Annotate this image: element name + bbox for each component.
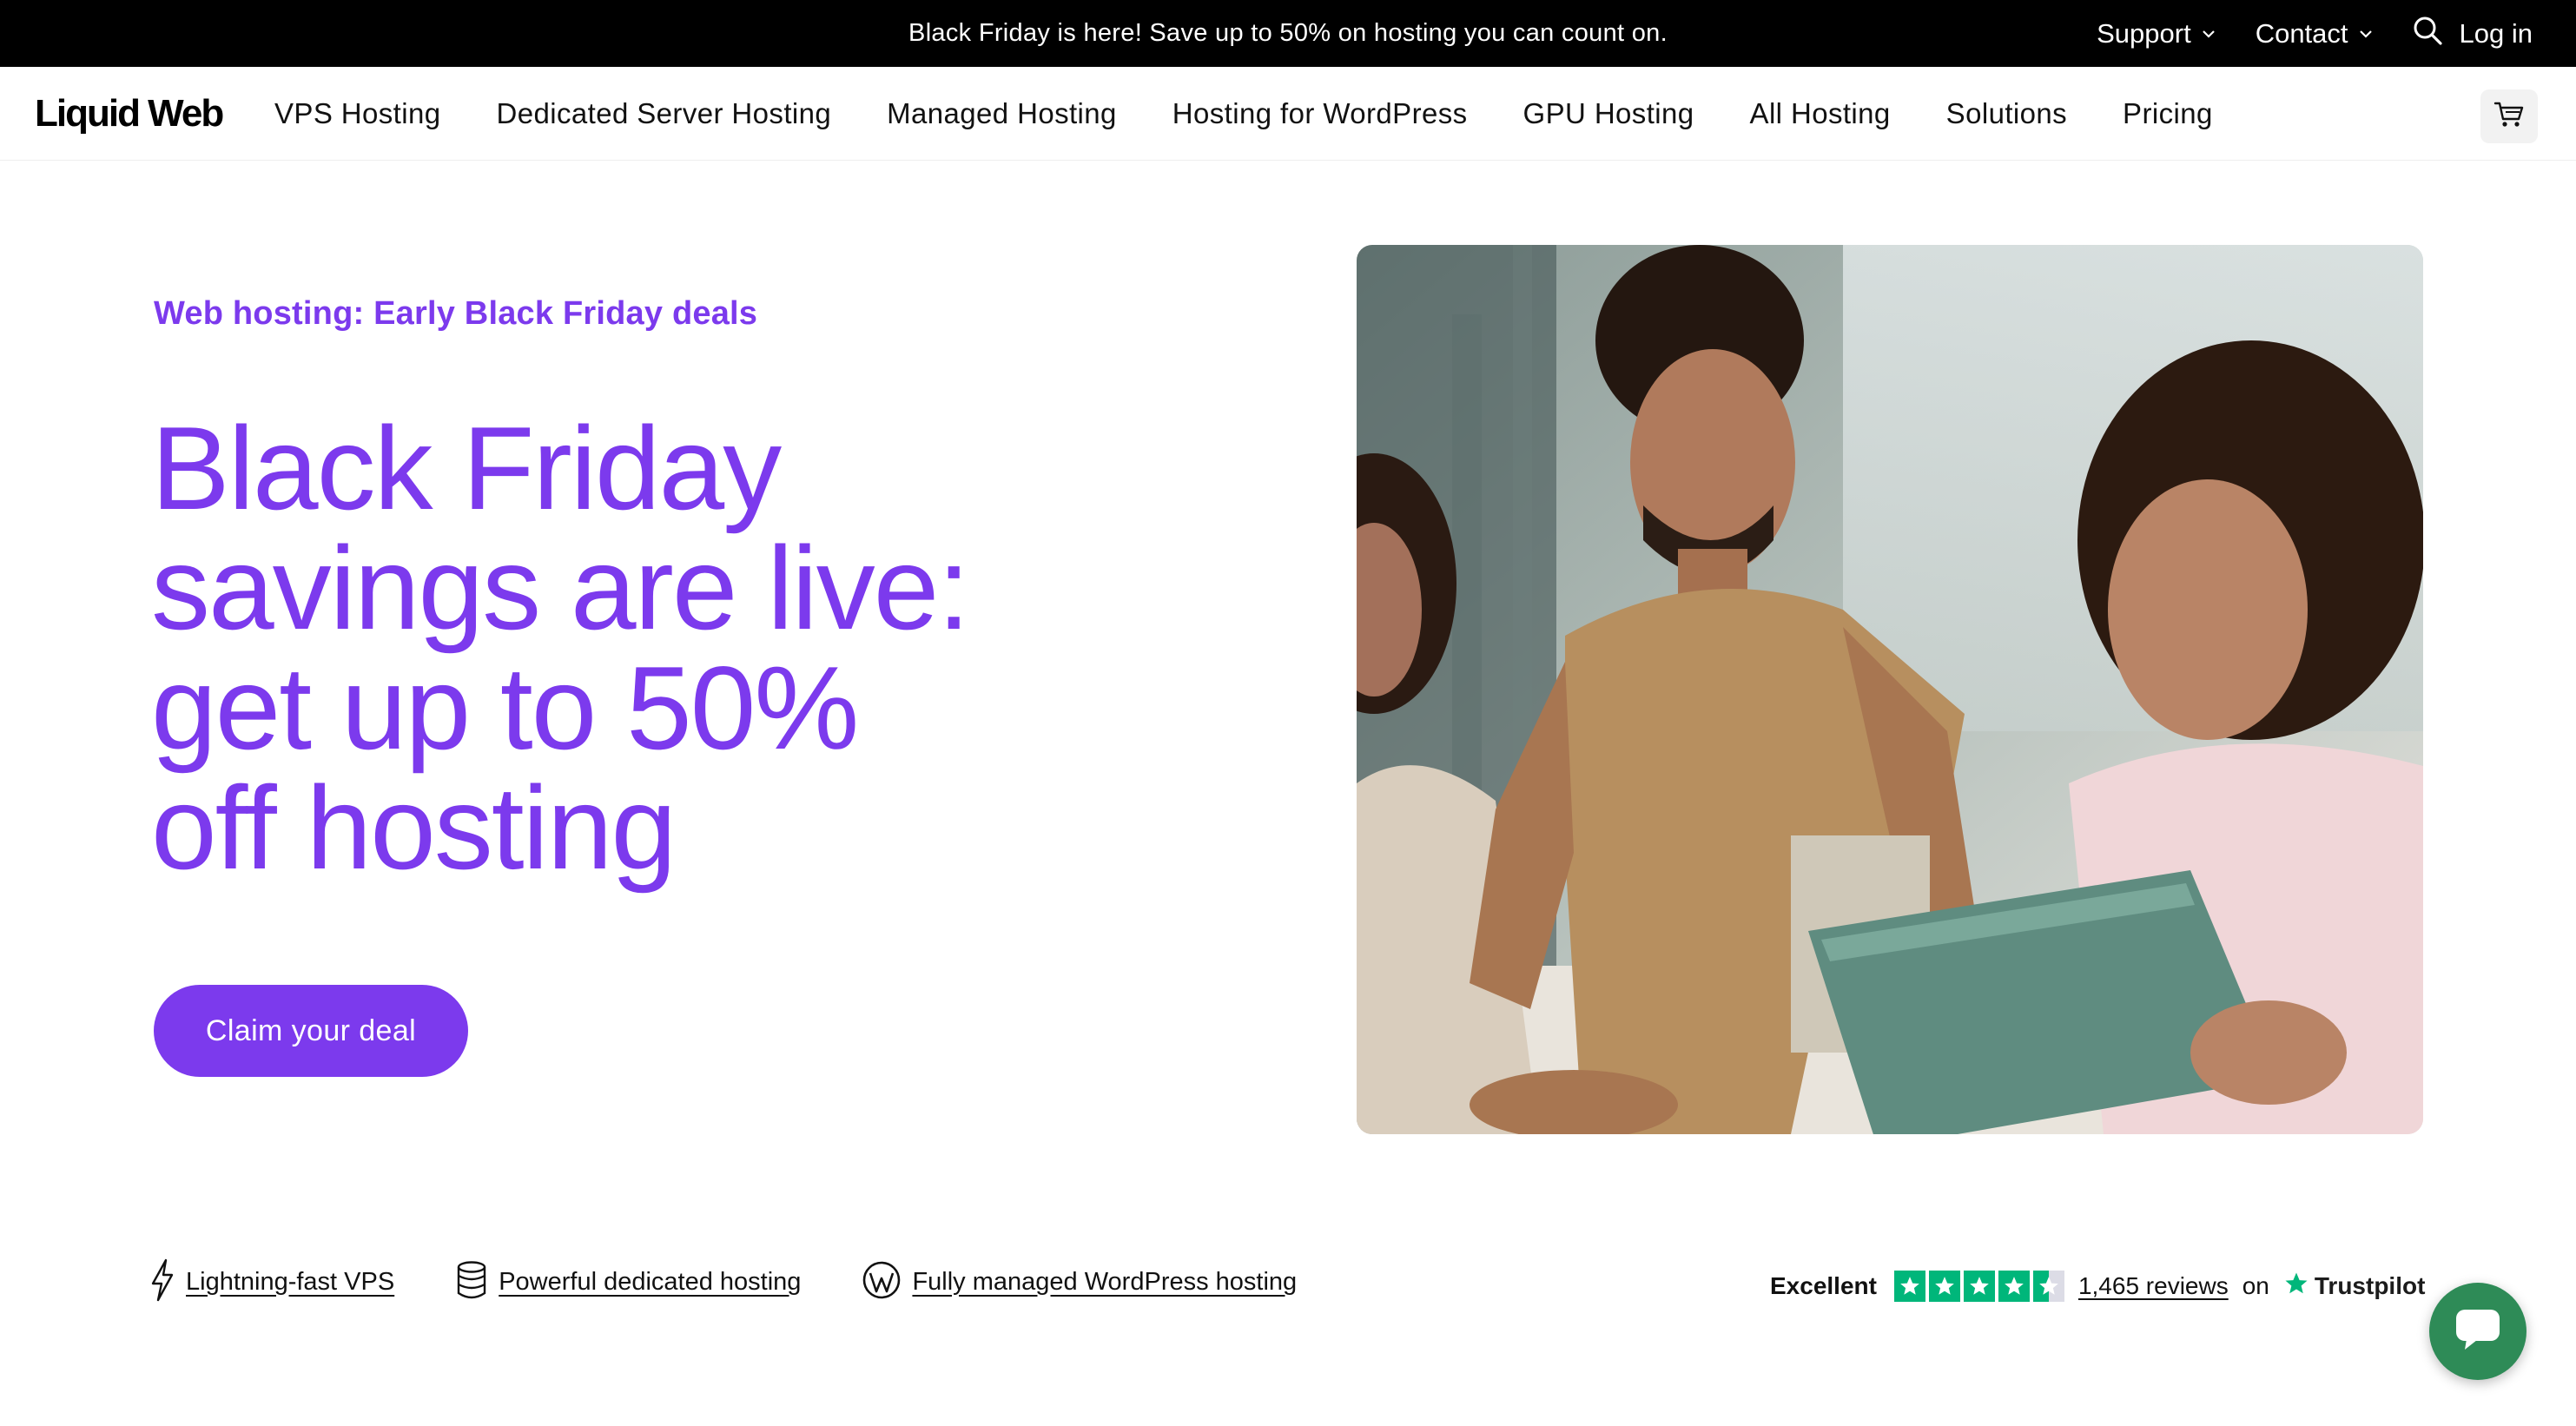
wordpress-icon — [862, 1260, 902, 1304]
trustpilot-brand-label: Trustpilot — [2314, 1272, 2426, 1299]
support-menu[interactable]: Support — [2097, 18, 2216, 50]
hero-photo — [1357, 245, 2423, 1134]
cart-icon — [2493, 101, 2525, 133]
nav-item-all-hosting[interactable]: All Hosting — [1750, 97, 1891, 130]
hero-headline-line: savings are live: — [151, 522, 970, 654]
nav-item-gpu-hosting[interactable]: GPU Hosting — [1523, 97, 1694, 130]
trustpilot-stars — [1893, 1271, 2064, 1302]
nav-item-hosting-for-wordpress[interactable]: Hosting for WordPress — [1172, 97, 1468, 130]
trustpilot-on: on — [2242, 1272, 2269, 1299]
logo[interactable]: Liquid Web — [35, 67, 224, 161]
login-link[interactable]: Log in — [2460, 18, 2533, 50]
nav-item-dedicated-server-hosting[interactable]: Dedicated Server Hosting — [497, 97, 832, 130]
star-icon — [1998, 1271, 2030, 1302]
hero-headline: Black Friday savings are live: get up to… — [151, 408, 1020, 888]
hero-headline-line: Black Friday — [151, 402, 782, 534]
contact-label: Contact — [2255, 17, 2348, 49]
utility-links: Support Contact Log in — [2097, 0, 2533, 67]
hero-eyebrow: Web hosting: Early Black Friday deals — [154, 295, 758, 332]
half-star-icon — [2032, 1271, 2064, 1302]
hero-headline-line: off hosting — [151, 762, 677, 894]
star-icon — [1893, 1271, 1925, 1302]
lightning-icon — [149, 1258, 175, 1306]
nav-item-managed-hosting[interactable]: Managed Hosting — [887, 97, 1117, 130]
chat-bubble-icon — [2454, 1308, 2501, 1356]
trustpilot-reviews-link[interactable]: 1,465 reviews — [2078, 1272, 2229, 1300]
chat-button[interactable] — [2429, 1283, 2526, 1380]
trustpilot-widget: Excellent 1,465 reviews on Trustpilot — [1770, 1264, 2425, 1308]
nav-item-vps-hosting[interactable]: VPS Hosting — [274, 97, 441, 130]
claim-deal-button[interactable]: Claim your deal — [154, 985, 468, 1077]
chevron-down-icon — [2202, 30, 2216, 38]
contact-menu[interactable]: Contact — [2256, 18, 2373, 50]
feature-links: Lightning-fast VPS Powerful dedicated ho… — [149, 1258, 1357, 1306]
nav-item-solutions[interactable]: Solutions — [1946, 97, 2067, 130]
hero-headline-line: get up to 50% — [151, 642, 859, 774]
trustpilot-brand: Trustpilot — [2283, 1271, 2426, 1303]
nav-items: VPS Hosting Dedicated Server Hosting Man… — [274, 67, 2269, 161]
feature-label: Powerful dedicated hosting — [499, 1267, 802, 1296]
star-icon — [1928, 1271, 1960, 1302]
cart-button[interactable] — [2480, 89, 2538, 143]
nav-item-pricing[interactable]: Pricing — [2123, 97, 2213, 130]
support-label: Support — [2097, 17, 2191, 49]
star-icon — [1963, 1271, 1995, 1302]
trustpilot-star-icon — [2283, 1271, 2309, 1303]
promo-bar: Black Friday is here! Save up to 50% on … — [0, 0, 2576, 67]
feature-link-vps[interactable]: Lightning-fast VPS — [149, 1258, 394, 1306]
search-icon[interactable] — [2413, 16, 2442, 52]
main-nav: Liquid Web VPS Hosting Dedicated Server … — [0, 67, 2576, 161]
feature-label: Lightning-fast VPS — [186, 1267, 395, 1296]
trustpilot-rating-word: Excellent — [1770, 1272, 1877, 1299]
feature-link-dedicated[interactable]: Powerful dedicated hosting — [455, 1260, 801, 1304]
database-icon — [455, 1260, 488, 1304]
feature-label: Fully managed WordPress hosting — [912, 1267, 1298, 1296]
chevron-down-icon — [2359, 30, 2373, 38]
search-login-group: Log in — [2413, 16, 2533, 52]
feature-link-wordpress[interactable]: Fully managed WordPress hosting — [862, 1260, 1297, 1304]
